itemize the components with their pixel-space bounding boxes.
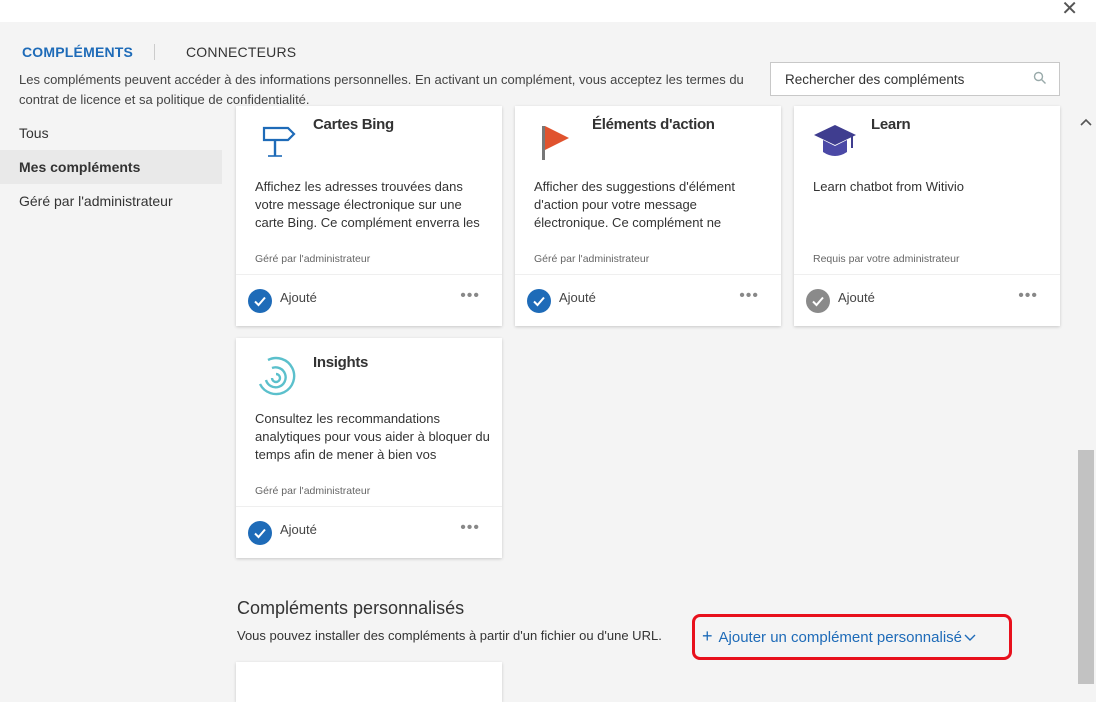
card-title: Learn <box>871 116 911 133</box>
card-title: Insights <box>313 354 369 371</box>
tab-separator <box>154 44 155 60</box>
addin-card-elements-action[interactable]: Éléments d'action Afficher des suggestio… <box>515 106 781 326</box>
flag-icon <box>542 126 569 160</box>
card-description: Afficher des suggestions d'élément d'act… <box>534 179 735 230</box>
custom-addins-description: Vous pouvez installer des compléments à … <box>237 628 662 643</box>
status-label: Ajouté <box>838 290 875 305</box>
custom-addins-heading: Compléments personnalisés <box>237 598 465 618</box>
card-title: Cartes Bing <box>313 116 394 133</box>
card-description: Learn chatbot from Witivio <box>813 179 965 194</box>
close-icon[interactable]: ✕ <box>1061 0 1078 21</box>
card-managed-label: Géré par l'administrateur <box>534 253 650 265</box>
sidebar-nav: Tous Mes compléments Géré par l'administ… <box>0 116 222 218</box>
more-options-icon[interactable]: ••• <box>460 287 480 305</box>
addin-card-learn[interactable]: Learn Learn chatbot from Witivio Requis … <box>794 106 1060 326</box>
highlight-box <box>692 614 1012 660</box>
checkmark-icon <box>248 289 272 313</box>
checkmark-icon <box>527 289 551 313</box>
card-description: Affichez les adresses trouvées dans votr… <box>255 179 480 230</box>
status-label: Ajouté <box>559 290 596 305</box>
card-managed-label: Géré par l'administrateur <box>255 485 371 497</box>
dialog-top-bar: ✕ <box>0 0 1096 22</box>
sidebar-item-gere-par-admin[interactable]: Géré par l'administrateur <box>0 184 222 218</box>
search-icon[interactable] <box>1033 71 1047 90</box>
tab-connecteurs[interactable]: CONNECTEURS <box>186 44 296 60</box>
checkmark-icon <box>806 289 830 313</box>
signpost-icon <box>262 126 296 157</box>
tab-complements[interactable]: COMPLÉMENTS <box>22 44 133 60</box>
status-label: Ajouté <box>280 290 317 305</box>
more-options-icon[interactable]: ••• <box>739 287 759 305</box>
search-box[interactable] <box>770 62 1060 96</box>
card-title: Éléments d'action <box>592 116 715 133</box>
sidebar-item-mes-complements[interactable]: Mes compléments <box>0 150 222 184</box>
card-managed-label: Géré par l'administrateur <box>255 253 371 265</box>
sidebar-item-tous[interactable]: Tous <box>0 116 222 150</box>
scroll-up-icon[interactable] <box>1080 118 1092 126</box>
card-description: Consultez les recommandations analytique… <box>255 411 490 462</box>
custom-addin-card[interactable] <box>236 662 502 702</box>
checkmark-icon <box>248 521 272 545</box>
card-managed-label: Requis par votre administrateur <box>813 253 960 265</box>
more-options-icon[interactable]: ••• <box>460 519 480 537</box>
insights-icon <box>258 356 296 396</box>
addin-card-cartes-bing[interactable]: Cartes Bing Affichez les adresses trouvé… <box>236 106 502 326</box>
scrollbar-thumb[interactable] <box>1078 450 1094 684</box>
graduation-cap-icon <box>814 125 856 156</box>
privacy-notice: Les compléments peuvent accéder à des in… <box>19 72 744 107</box>
search-input[interactable] <box>783 63 1027 95</box>
more-options-icon[interactable]: ••• <box>1018 287 1038 305</box>
status-label: Ajouté <box>280 522 317 537</box>
addin-card-insights[interactable]: Insights Consultez les recommandations a… <box>236 338 502 558</box>
